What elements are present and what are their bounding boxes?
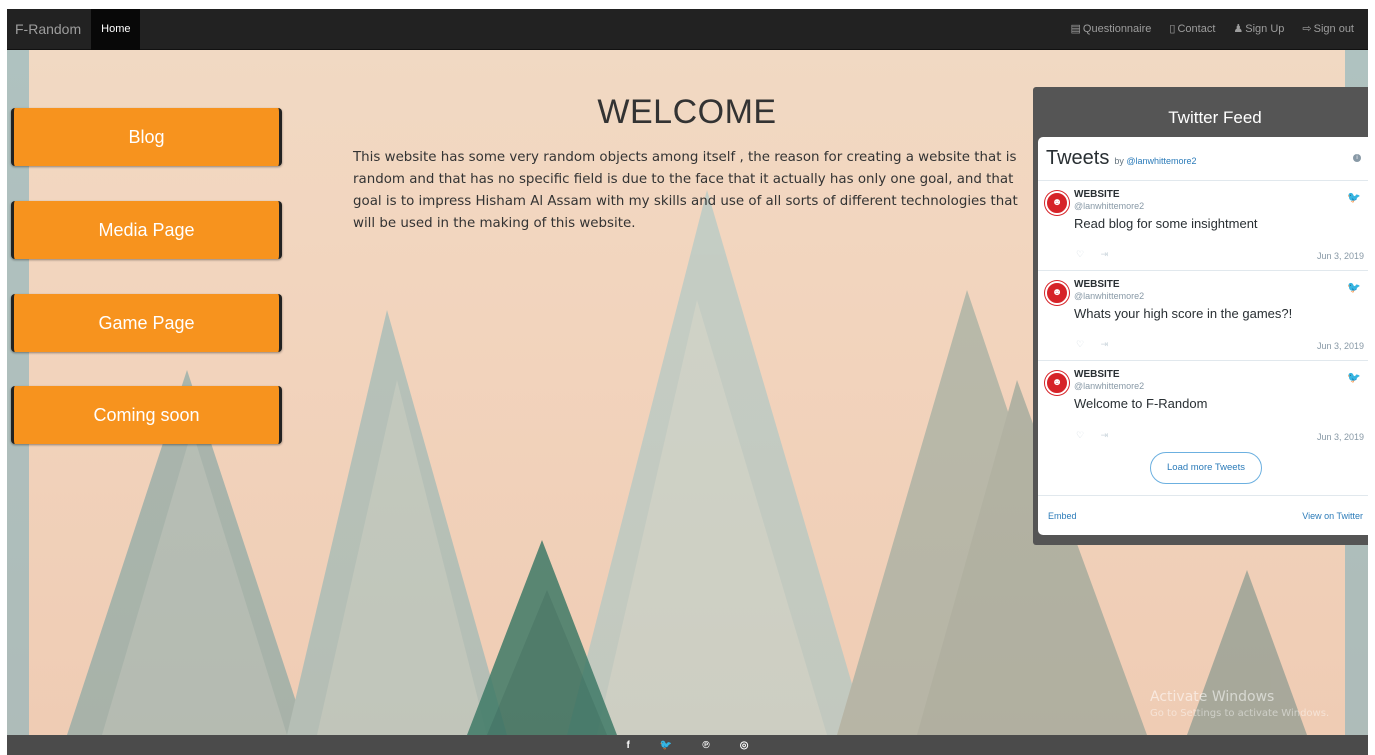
list-icon: ▤: [1070, 22, 1081, 35]
page-title: WELCOME: [597, 93, 777, 131]
like-heart-icon[interactable]: ♡: [1076, 339, 1084, 349]
view-on-twitter-link[interactable]: View on Twitter: [1302, 511, 1363, 521]
nav-signup-link[interactable]: ♟ Sign Up: [1233, 23, 1284, 35]
welcome-paragraph: This website has some very random object…: [353, 150, 1018, 231]
embed-link[interactable]: Embed: [1048, 511, 1077, 521]
share-icon[interactable]: ⇥: [1101, 430, 1109, 440]
sidebar-item-label: Blog: [128, 126, 165, 147]
tweet-actions: ♡ ⇥: [1076, 430, 1122, 441]
facebook-icon[interactable]: f: [627, 740, 630, 751]
share-icon[interactable]: ⇥: [1101, 339, 1109, 349]
nav-questionnaire-label: Questionnaire: [1082, 23, 1152, 35]
navbar: F-Random Home ▤ Questionnaire ▯ Contact …: [7, 9, 1368, 50]
nav-signup-label: Sign Up: [1245, 23, 1285, 35]
byline-by: by: [1114, 156, 1124, 166]
sidebar-item-label: Media Page: [98, 219, 195, 240]
sidebar-item-blog[interactable]: Blog: [11, 108, 282, 166]
byline-handle-link[interactable]: @lanwhittemore2: [1126, 156, 1196, 166]
tweet-text: Whats your high score in the games?!: [1074, 306, 1293, 321]
avatar[interactable]: ☻: [1045, 191, 1069, 215]
nav-contact-link[interactable]: ▯ Contact: [1169, 23, 1215, 35]
timeline-header: Tweets by @lanwhittemore2 i: [1038, 137, 1368, 181]
sidebar-item-coming-soon[interactable]: Coming soon: [11, 386, 282, 444]
sign-out-icon: ⇨: [1302, 22, 1312, 35]
activate-windows-subtext: Go to Settings to activate Windows.: [1150, 708, 1330, 719]
twitter-feed-heading: Twitter Feed: [1168, 108, 1262, 127]
tweet-date[interactable]: Jun 3, 2019: [1317, 251, 1364, 261]
like-heart-icon[interactable]: ♡: [1076, 249, 1084, 259]
tweet-author-name[interactable]: WEBSITE: [1074, 279, 1361, 290]
twitter-icon[interactable]: 🐦: [660, 740, 672, 751]
tweet-date[interactable]: Jun 3, 2019: [1317, 341, 1364, 351]
tweet-author-handle[interactable]: @lanwhittemore2: [1074, 381, 1361, 391]
tweet-author-name[interactable]: WEBSITE: [1074, 369, 1361, 380]
page: F-Random Home ▤ Questionnaire ▯ Contact …: [7, 9, 1368, 755]
timeline-byline: by @lanwhittemore2: [1114, 156, 1196, 166]
tweet-actions: ♡ ⇥: [1076, 339, 1122, 350]
nav-contact-label: Contact: [1177, 23, 1216, 35]
info-icon[interactable]: i: [1353, 154, 1361, 162]
activate-windows-watermark: Activate Windows: [1150, 689, 1275, 705]
twitter-feed-panel: Twitter Feed Tweets by @lanwhittemore2 i…: [1033, 87, 1368, 545]
share-icon[interactable]: ⇥: [1101, 249, 1109, 259]
avatar[interactable]: ☻: [1045, 371, 1069, 395]
nav-signout-label: Sign out: [1313, 23, 1354, 35]
twitter-timeline: Tweets by @lanwhittemore2 i ☻ WEBSITE @l…: [1038, 137, 1368, 535]
tweet-date[interactable]: Jun 3, 2019: [1317, 432, 1364, 442]
twitter-bird-icon[interactable]: 🐦: [1347, 281, 1361, 294]
avatar[interactable]: ☻: [1045, 281, 1069, 305]
tweet-text: Read blog for some insightment: [1074, 216, 1258, 231]
tweet-author-name[interactable]: WEBSITE: [1074, 189, 1361, 200]
twitter-bird-icon[interactable]: 🐦: [1347, 191, 1361, 204]
tweets-title: Tweets: [1046, 147, 1110, 169]
nav-right-group: ▤ Questionnaire ▯ Contact ♟ Sign Up ⇨ Si…: [1053, 9, 1369, 50]
like-heart-icon[interactable]: ♡: [1076, 430, 1084, 440]
twitter-bird-icon[interactable]: 🐦: [1347, 371, 1361, 384]
tweet: ☻ WEBSITE @lanwhittemore2 Welcome to F-R…: [1038, 361, 1368, 451]
instagram-icon[interactable]: ◎: [740, 740, 749, 751]
tweet: ☻ WEBSITE @lanwhittemore2 Whats your hig…: [1038, 271, 1368, 361]
sidebar-item-media-page[interactable]: Media Page: [11, 201, 282, 259]
pinterest-icon[interactable]: ℗: [702, 740, 709, 751]
tweet-author-handle[interactable]: @lanwhittemore2: [1074, 291, 1361, 301]
load-more-tweets-button[interactable]: Load more Tweets: [1150, 452, 1262, 484]
tweet-text: Welcome to F-Random: [1074, 396, 1208, 411]
nav-questionnaire-link[interactable]: ▤ Questionnaire: [1071, 23, 1152, 35]
tweet-actions: ♡ ⇥: [1076, 249, 1122, 260]
timeline-footer: Embed View on Twitter: [1038, 495, 1368, 535]
sidebar-item-game-page[interactable]: Game Page: [11, 294, 282, 352]
user-icon: ♟: [1233, 22, 1244, 35]
nav-signout-link[interactable]: ⇨ Sign out: [1302, 23, 1354, 35]
sidebar-item-label: Game Page: [98, 312, 195, 333]
brand-link[interactable]: F-Random: [7, 9, 91, 50]
tweet-author-handle[interactable]: @lanwhittemore2: [1074, 201, 1361, 211]
sidebar-item-label: Coming soon: [93, 404, 200, 425]
tweet: ☻ WEBSITE @lanwhittemore2 Read blog for …: [1038, 181, 1368, 271]
phone-icon: ▯: [1169, 22, 1176, 35]
nav-home-link[interactable]: Home: [91, 9, 141, 50]
footer: f 🐦 ℗ ◎: [7, 735, 1368, 755]
